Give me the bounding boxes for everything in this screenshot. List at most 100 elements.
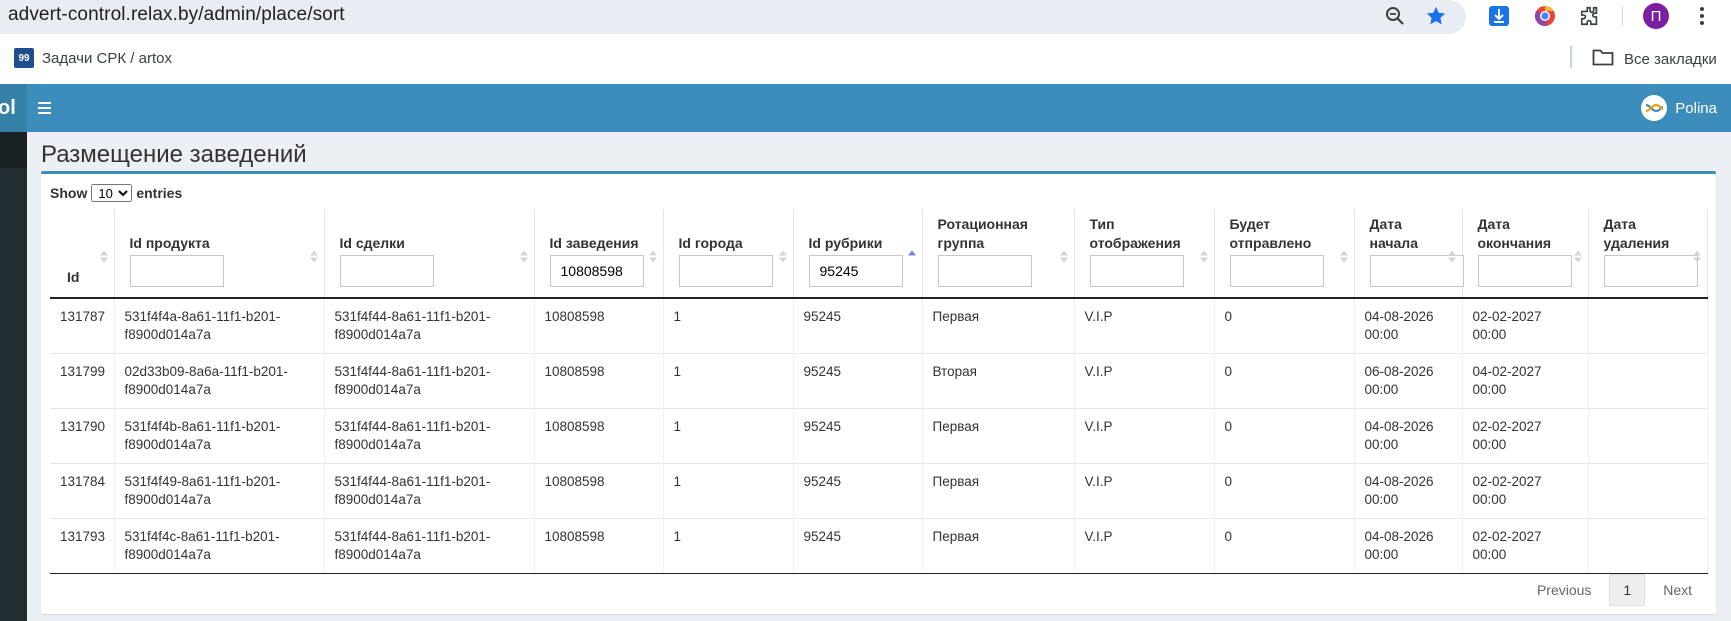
pagination: Previous 1 Next: [1525, 574, 1704, 606]
sort-icon: [778, 250, 787, 263]
column-filter-input[interactable]: [937, 255, 1032, 287]
column-header[interactable]: Дата удаления: [1588, 209, 1708, 299]
table-cell: 04-08-2026 00:00: [1354, 297, 1463, 353]
table-cell: 10808598: [534, 462, 664, 518]
table-cell: 1: [663, 352, 794, 408]
table-cell: [1588, 352, 1708, 408]
user-name: Polina: [1675, 99, 1717, 117]
table-cell: 04-02-2027 00:00: [1462, 352, 1589, 408]
column-filter-input[interactable]: [129, 255, 224, 287]
profile-avatar[interactable]: П: [1642, 2, 1670, 30]
table-cell: 95245: [793, 352, 923, 408]
bookmark-label: Задачи СРК / artox: [42, 49, 172, 67]
chrome-color-icon[interactable]: [1531, 2, 1559, 30]
column-header[interactable]: Id рубрики: [793, 209, 923, 299]
column-header[interactable]: Будет отправлено: [1214, 209, 1355, 299]
column-filter-input[interactable]: [1477, 255, 1572, 287]
table-row[interactable]: 131793 531f4f4c-8a61-11f1-b201-f8900d014a…: [50, 517, 1708, 574]
table-cell: [1588, 407, 1708, 463]
column-header-label: Будет отправлено: [1229, 216, 1312, 251]
table-cell: 531f4f44-8a61-11f1-b201-f8900d014a7a: [324, 517, 535, 574]
table-cell: 02-02-2027 00:00: [1462, 407, 1589, 463]
column-header-label: Дата окончания: [1477, 216, 1552, 251]
bookmarks-bar: 99 Задачи СРК / artox Все закладки: [0, 34, 1731, 84]
sidebar-top-item[interactable]: [0, 132, 27, 168]
table-row[interactable]: 131790 531f4f4b-8a61-11f1-b201-f8900d014a…: [50, 407, 1708, 463]
column-header[interactable]: Id сделки: [324, 209, 535, 299]
table-cell: 95245: [793, 517, 923, 574]
previous-button[interactable]: Previous: [1525, 574, 1603, 606]
brand-logo[interactable]: ol: [0, 84, 27, 132]
hamburger-icon[interactable]: [38, 98, 58, 118]
sort-asc-icon: [907, 250, 916, 256]
table-cell: 06-08-2026 00:00: [1354, 352, 1463, 408]
table-cell: 0: [1214, 352, 1355, 408]
table-cell: 531f4f44-8a61-11f1-b201-f8900d014a7a: [324, 462, 535, 518]
all-bookmarks-button[interactable]: Все закладки: [1592, 48, 1717, 70]
column-filter-input[interactable]: [1229, 255, 1324, 287]
extensions-icon[interactable]: [1576, 2, 1604, 30]
column-filter-input[interactable]: [339, 255, 434, 287]
url-text[interactable]: advert-control.relax.by/admin/place/sort: [8, 4, 345, 26]
zoom-icon[interactable]: [1381, 2, 1409, 30]
column-header[interactable]: Тип отображения: [1074, 209, 1215, 299]
page-length-control: Show 10 entries: [50, 184, 182, 202]
column-header[interactable]: Ротационная группа: [922, 209, 1075, 299]
column-header[interactable]: Id заведения: [534, 209, 664, 299]
sort-icon: [99, 250, 108, 263]
table-cell: 531f4f4b-8a61-11f1-b201-f8900d014a7a: [114, 407, 325, 463]
column-filter-input[interactable]: [808, 255, 903, 287]
bookmark-tasks[interactable]: 99 Задачи СРК / artox: [14, 48, 172, 68]
table-cell: 1: [663, 407, 794, 463]
sort-icon: [309, 250, 318, 263]
table-row[interactable]: 131787 531f4f4a-8a61-11f1-b201-f8900d014a…: [50, 297, 1708, 353]
toolbar-separator: [1622, 6, 1623, 26]
column-header-label: Id рубрики: [808, 235, 883, 251]
table-cell: V.I.P: [1074, 297, 1215, 353]
page-length-select[interactable]: 10: [91, 184, 133, 202]
table-cell: 02d33b09-8a6a-11f1-b201-f8900d014a7a: [114, 352, 325, 408]
user-menu[interactable]: Polina: [1641, 95, 1717, 121]
table-cell: 02-02-2027 00:00: [1462, 517, 1589, 574]
kebab-menu-icon[interactable]: [1688, 2, 1716, 30]
table-cell: 10808598: [534, 297, 664, 353]
column-header-label: Id: [67, 269, 80, 285]
download-icon[interactable]: [1485, 2, 1513, 30]
table-cell: [1588, 462, 1708, 518]
table-cell: [1588, 517, 1708, 574]
column-filter-input[interactable]: [1089, 255, 1184, 287]
column-header[interactable]: Id города: [663, 209, 794, 299]
table-body: 131787 531f4f4a-8a61-11f1-b201-f8900d014a…: [50, 297, 1708, 574]
column-header[interactable]: Id: [50, 209, 115, 299]
table-cell: 131793: [50, 517, 115, 574]
table-cell: 531f4f44-8a61-11f1-b201-f8900d014a7a: [324, 352, 535, 408]
table-row[interactable]: 131784 531f4f49-8a61-11f1-b201-f8900d014a…: [50, 462, 1708, 518]
table-cell: Первая: [922, 407, 1075, 463]
table-cell: 531f4f49-8a61-11f1-b201-f8900d014a7a: [114, 462, 325, 518]
table-cell: Первая: [922, 462, 1075, 518]
column-header[interactable]: Id продукта: [114, 209, 325, 299]
column-header-label: Дата удаления: [1603, 216, 1670, 251]
sort-icon: [1447, 250, 1456, 263]
column-filter-input[interactable]: [549, 255, 644, 287]
table-cell: 531f4f4a-8a61-11f1-b201-f8900d014a7a: [114, 297, 325, 353]
table-cell: 02-02-2027 00:00: [1462, 462, 1589, 518]
page-title: Размещение заведений: [41, 141, 307, 168]
star-icon[interactable]: [1422, 2, 1450, 30]
table-cell: 1: [663, 297, 794, 353]
table-cell: 10808598: [534, 407, 664, 463]
column-filter-input[interactable]: [678, 255, 773, 287]
column-header-label: Id города: [678, 235, 743, 251]
table-cell: 531f4f44-8a61-11f1-b201-f8900d014a7a: [324, 297, 535, 353]
next-button[interactable]: Next: [1651, 574, 1704, 606]
column-header[interactable]: Дата начала: [1354, 209, 1464, 299]
table-cell: 1: [663, 462, 794, 518]
column-header[interactable]: Дата окончания: [1462, 209, 1589, 299]
column-filter-input[interactable]: [1603, 255, 1698, 287]
sort-icon: [648, 250, 657, 263]
table-row[interactable]: 131799 02d33b09-8a6a-11f1-b201-f8900d014a…: [50, 352, 1708, 408]
address-bar[interactable]: advert-control.relax.by/admin/place/sort: [0, 0, 1466, 34]
table-cell: 0: [1214, 462, 1355, 518]
page-1-button[interactable]: 1: [1609, 574, 1646, 606]
table-cell: 95245: [793, 297, 923, 353]
